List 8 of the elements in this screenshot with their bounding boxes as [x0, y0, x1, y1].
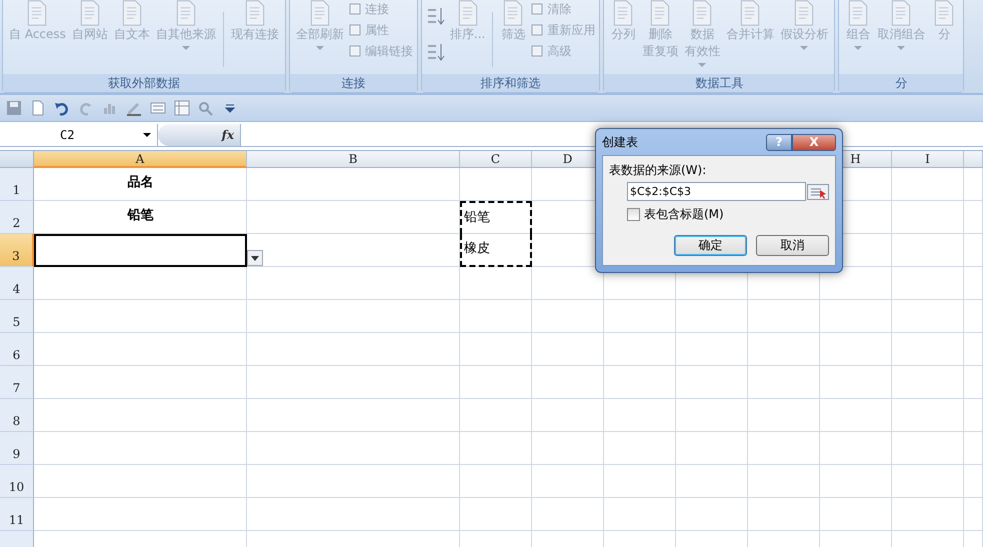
dialog-title: 创建表 — [602, 134, 639, 150]
group-label: 数据工具 — [604, 74, 834, 92]
group-label: 连接 — [290, 74, 417, 92]
group-label: 排序和筛选 — [422, 74, 600, 92]
checkbox-label: 表包含标题(M) — [644, 206, 724, 223]
group-label: 分 — [839, 74, 964, 92]
field-label: 表数据的来源(W): — [609, 162, 708, 179]
group-label: 获取外部数据 — [3, 74, 285, 92]
